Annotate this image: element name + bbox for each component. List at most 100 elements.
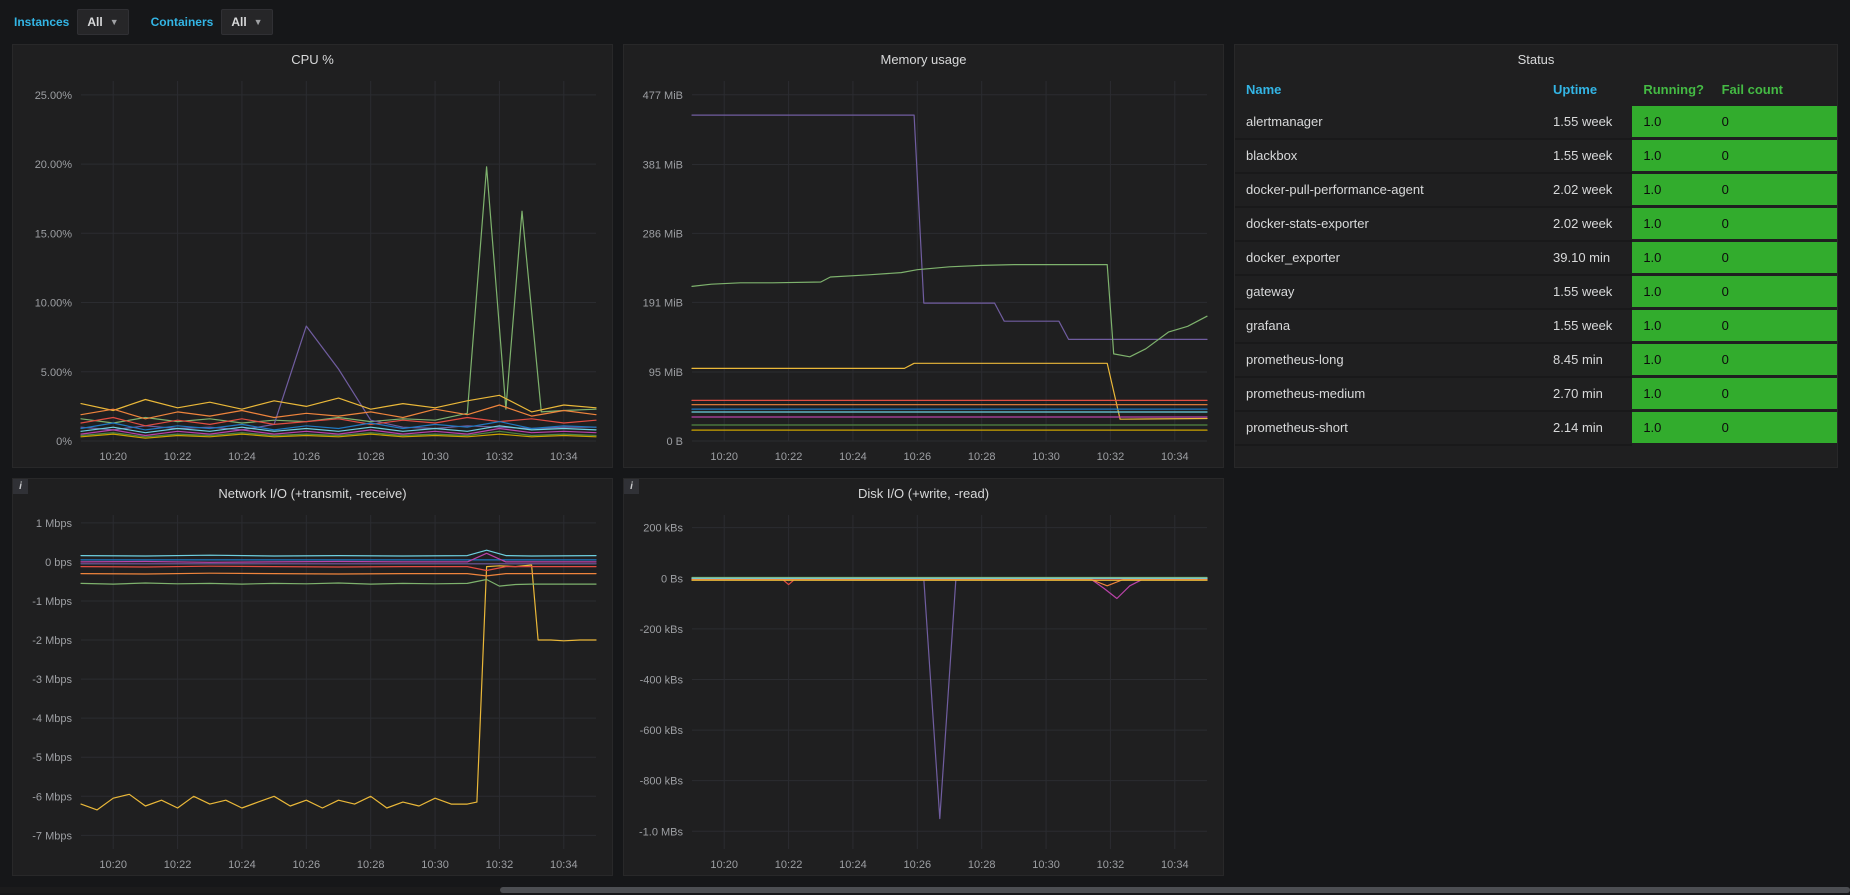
status-table-row: prometheus-short 2.14 min 1.0 0 [1235,410,1837,446]
svg-text:-2 Mbps: -2 Mbps [32,635,72,647]
panel-title-cpu[interactable]: CPU % [291,52,334,67]
svg-text:-7 Mbps: -7 Mbps [32,830,72,842]
svg-text:10:26: 10:26 [293,451,321,463]
status-table: Name Uptime Running? Fail count alertmanage… [1235,73,1837,446]
status-running-cell: 1.0 [1632,308,1711,344]
svg-text:-800 kBs: -800 kBs [640,776,684,788]
svg-text:10:22: 10:22 [775,859,803,871]
column-header-uptime[interactable]: Uptime [1542,73,1632,106]
svg-text:-1 Mbps: -1 Mbps [32,596,72,608]
svg-text:10:20: 10:20 [99,859,127,871]
instances-dropdown-value: All [87,15,103,29]
panel-title-network[interactable]: Network I/O (+transmit, -receive) [218,486,406,501]
status-uptime-cell: 2.70 min [1542,376,1633,412]
svg-text:5.00%: 5.00% [41,367,72,379]
status-fail-count-cell: 0 [1710,274,1837,310]
svg-text:-6 Mbps: -6 Mbps [32,791,72,803]
svg-text:381 MiB: 381 MiB [643,159,683,171]
column-header-name[interactable]: Name [1235,73,1542,106]
status-table-row: grafana 1.55 week 1.0 0 [1235,308,1837,344]
svg-text:10:30: 10:30 [421,859,449,871]
variables-toolbar: Instances All ▼ Containers All ▼ [0,0,1850,44]
status-running-cell: 1.0 [1632,138,1711,174]
svg-text:-3 Mbps: -3 Mbps [32,674,72,686]
status-running-cell: 1.0 [1632,376,1711,412]
status-table-row: docker-stats-exporter 2.02 week 1.0 0 [1235,206,1837,242]
status-uptime-cell: 8.45 min [1542,342,1633,378]
status-uptime-cell: 1.55 week [1542,106,1633,140]
column-header-fail-count[interactable]: Fail count [1711,73,1837,106]
svg-text:10:30: 10:30 [1032,451,1060,463]
cpu-chart[interactable]: 10:20 10:22 10:24 10:26 10:28 10:30 10:32 10:34… [13,73,612,467]
horizontal-scrollbar-thumb[interactable] [499,887,1850,893]
status-fail-count-cell: 0 [1710,410,1837,446]
svg-text:0%: 0% [56,436,72,448]
status-table-row: alertmanager 1.55 week 1.0 0 [1235,106,1837,140]
svg-text:10:34: 10:34 [1161,859,1189,871]
svg-text:15.00%: 15.00% [35,228,73,240]
svg-text:20.00%: 20.00% [35,159,73,171]
svg-text:10:28: 10:28 [357,859,385,871]
info-icon[interactable]: i [624,479,639,494]
panel-header-status: Status [1235,45,1837,73]
status-uptime-cell: 39.10 min [1542,240,1633,276]
status-table-row: docker-pull-performance-agent 2.02 week 1.… [1235,172,1837,208]
memory-chart[interactable]: 10:20 10:22 10:24 10:26 10:28 10:30 10:32 10:34… [624,73,1223,467]
panel-title-disk[interactable]: Disk I/O (+write, -read) [858,486,989,501]
status-running-cell: 1.0 [1632,240,1711,276]
panel-disk: i Disk I/O (+write, -read) 10:20 10:22 10:… [623,478,1224,876]
status-name: prometheus-short [1235,410,1543,446]
horizontal-scrollbar-track [0,887,1850,893]
chevron-down-icon: ▼ [109,16,119,27]
status-fail-count-cell: 0 [1710,240,1837,276]
svg-text:0 B: 0 B [666,436,683,448]
status-table-row: docker_exporter 39.10 min 1.0 0 [1235,240,1837,276]
svg-text:0 bps: 0 bps [45,557,72,569]
panel-header-disk: Disk I/O (+write, -read) [624,479,1223,507]
svg-text:-1.0 MBs: -1.0 MBs [639,826,684,838]
panel-title-memory[interactable]: Memory usage [881,52,967,67]
status-uptime-cell: 1.55 week [1542,138,1633,174]
status-fail-count-cell: 0 [1710,172,1837,208]
variable-instances: Instances All ▼ [14,9,129,35]
svg-text:10:20: 10:20 [710,451,738,463]
svg-text:10:34: 10:34 [550,451,578,463]
status-running-cell: 1.0 [1632,172,1711,208]
svg-text:-400 kBs: -400 kBs [640,674,684,686]
status-name: grafana [1235,308,1543,344]
svg-text:200 kBs: 200 kBs [643,523,683,535]
status-name: blackbox [1235,138,1543,174]
column-header-running-[interactable]: Running? [1632,73,1710,106]
instances-dropdown[interactable]: All ▼ [77,9,129,35]
panel-status: Status Name Uptime Running? Fail count aler… [1234,44,1838,468]
status-fail-count-cell: 0 [1710,376,1837,412]
network-io-chart[interactable]: 10:20 10:22 10:24 10:26 10:28 10:30 10:32 10:34… [13,507,612,875]
status-name: gateway [1235,274,1543,310]
svg-text:286 MiB: 286 MiB [643,228,683,240]
instances-label: Instances [14,15,70,29]
panel-header-memory: Memory usage [624,45,1223,73]
status-fail-count-cell: 0 [1710,308,1837,344]
svg-text:10:26: 10:26 [293,859,321,871]
panel-header-network: Network I/O (+transmit, -receive) [13,479,612,507]
svg-text:10:32: 10:32 [486,859,514,871]
svg-text:10:24: 10:24 [839,859,867,871]
svg-text:10:32: 10:32 [486,451,514,463]
status-fail-count-cell: 0 [1710,206,1837,242]
svg-text:10:34: 10:34 [1161,451,1189,463]
status-uptime-cell: 2.02 week [1542,172,1633,208]
svg-text:25.00%: 25.00% [35,90,73,102]
disk-io-chart[interactable]: 10:20 10:22 10:24 10:26 10:28 10:30 10:32 10:34… [624,507,1223,875]
status-table-row: prometheus-medium 2.70 min 1.0 0 [1235,376,1837,412]
containers-dropdown[interactable]: All ▼ [221,9,273,35]
status-name: docker-pull-performance-agent [1235,172,1543,208]
status-uptime-cell: 2.02 week [1542,206,1633,242]
panel-header-cpu: CPU % [13,45,612,73]
panel-title-status[interactable]: Status [1518,52,1555,67]
svg-text:10:32: 10:32 [1097,451,1125,463]
svg-text:10:22: 10:22 [164,859,192,871]
info-icon[interactable]: i [13,479,28,494]
svg-text:10:24: 10:24 [228,859,256,871]
status-running-cell: 1.0 [1632,342,1711,378]
svg-text:10:30: 10:30 [1032,859,1060,871]
